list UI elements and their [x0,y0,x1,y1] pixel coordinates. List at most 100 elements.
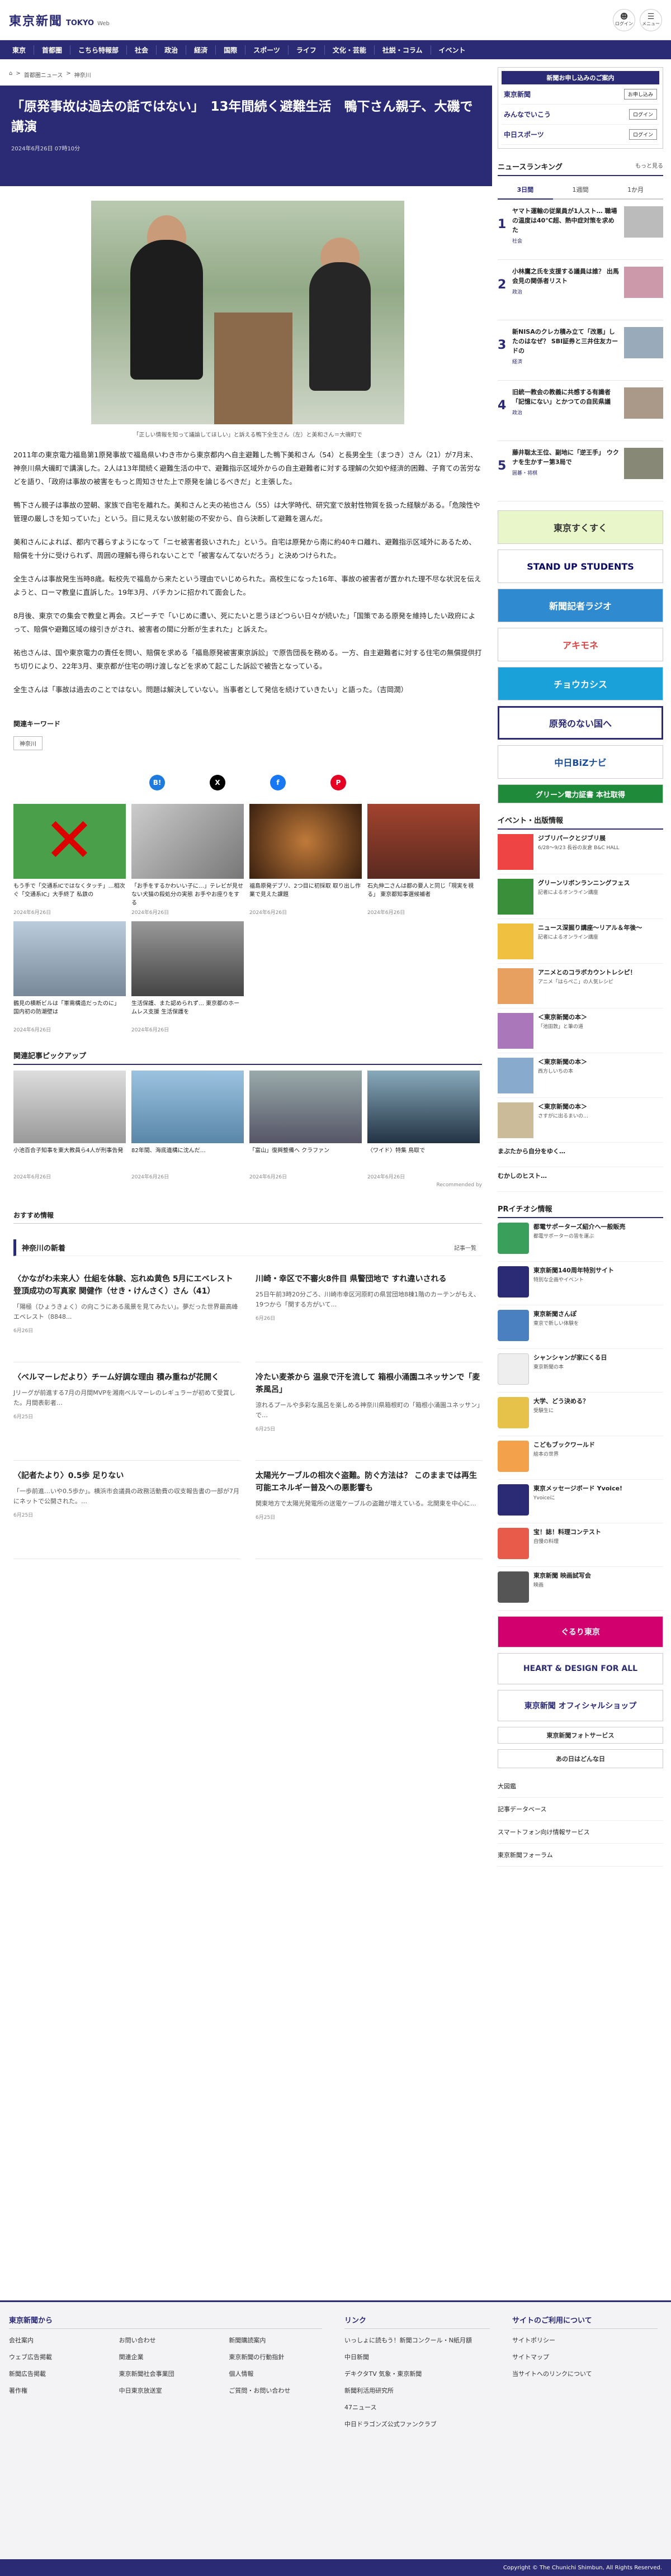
event-item[interactable]: ＜東京新聞の本＞ 西方しいちの本 [498,1053,663,1098]
banner[interactable]: HEART & DESIGN FOR ALL [498,1653,663,1684]
article-photo[interactable] [91,201,404,424]
pr-item[interactable]: シャンシャンが家にくる日 東京新聞の本 [498,1349,663,1393]
home-icon[interactable]: ⌂ [9,70,12,79]
login-button[interactable]: ログイン [629,109,657,120]
news-item[interactable]: 太陽光ケーブルの相次ぐ盗難。防ぐ方法は？ このままでは再生可能エネルギー普及への… [256,1461,482,1559]
banner[interactable]: ぐるり東京 [498,1616,663,1647]
related-card[interactable]: 石丸伸二さんは都の要人と同じ「現実を視る」 東京都知事選候補者 2024年6月26… [367,804,480,916]
ranking-item[interactable]: 5 藤井聡太王位、副地に「逆王手」 ウクナを生かすー第3局で 囲碁・将棋 [498,441,663,501]
banner[interactable]: グリーン電力証書 本社取得 [498,784,663,803]
pr-item[interactable]: 東京新聞さんぽ 東京で新しい体験を [498,1305,663,1349]
event-item[interactable]: ニュース深掘り講座〜リアル＆年後〜 記者によるオンライン講座 [498,919,663,964]
event-item[interactable]: ジブリパークとジブリ展 6/28〜9/23 長谷の友倉 B&C HALL [498,830,663,874]
related-card[interactable]: 「お手をするかわいい子に…」テレビが見せない犬猫の殺処分の実態 お手やお座りをす… [131,804,244,916]
pr-item[interactable]: 宝！誌！料理コンテスト 自慢の料理 [498,1523,663,1567]
nav-item[interactable]: 国際 [216,45,246,55]
login-button[interactable]: ☻ ログイン [613,8,635,31]
related-card[interactable]: 福島原発デブリ、2つ目に初採取 取り出し作業で見えた課題 2024年6月26日 [249,804,362,916]
hatena-share-icon[interactable]: B! [149,775,165,790]
footer-link[interactable]: 関連企業 [119,2352,212,2361]
news-item[interactable]: 川崎・幸区で不審火8件目 県警団地で すれ違いされる 25日午前3時20分ごろ、川… [256,1264,482,1362]
pr-item[interactable]: 東京新聞 映画試写会 映画 [498,1567,663,1611]
footer-link[interactable]: 新聞利活用研究所 [344,2386,490,2395]
pinterest-share-icon[interactable]: P [330,775,346,790]
event-item[interactable]: まぶたから自分をゆく… [498,1143,663,1167]
banner[interactable]: チョウカシス [498,667,663,700]
nav-item[interactable]: 経済 [186,45,216,55]
banner[interactable]: あの日はどんな日 [498,1749,663,1768]
tab-1week[interactable]: 1週間 [552,181,608,200]
footer-link[interactable]: 新聞広告掲載 [9,2369,102,2378]
footer-link[interactable]: お問い合わせ [119,2336,212,2345]
footer-link[interactable]: いっしょに読もう！新聞コンクール・N紙月額 [344,2336,490,2345]
event-item[interactable]: むかしのヒスト… [498,1167,663,1192]
side-link[interactable]: スマートフォン向け情報サービス [498,1821,663,1844]
footer-link[interactable]: 中日東京放送室 [119,2386,212,2395]
footer-link[interactable]: 当サイトへのリンクについて [512,2369,658,2378]
ranking-item[interactable]: 1 ヤマト運輸の従業員が1人スト… 職場の温度は40℃超、熱中症対策を求めた 社会 [498,200,663,260]
tab-1month[interactable]: 1か月 [608,181,664,200]
site-logo[interactable]: 東京新聞 TOKYO Web [9,11,110,29]
footer-link[interactable]: デキクタTV 気象・東京新聞 [344,2369,490,2378]
banner[interactable]: アキモネ [498,628,663,661]
footer-link[interactable]: 東京新聞の行動指針 [229,2352,322,2361]
footer-link[interactable]: 会社案内 [9,2336,102,2345]
side-link[interactable]: 記事データベース [498,1798,663,1821]
nav-item[interactable]: 文化・芸能 [325,45,375,55]
news-item[interactable]: 冷たい麦茶から 温泉で汗を流して 箱根小涌園ユネッサンで「麦茶風呂」 涼れるプール… [256,1362,482,1461]
breadcrumb-item[interactable]: 神奈川 [74,70,91,79]
more-link[interactable]: 記事一覧 [454,1243,476,1252]
pr-item[interactable]: こどもブックワールド 絵本の世界 [498,1436,663,1480]
pick-card[interactable]: 〈ワイド〉特集 鳥取で 2024年6月26日 [367,1071,480,1180]
nav-item[interactable]: 社会 [127,45,157,55]
footer-link[interactable]: サイトマップ [512,2352,658,2361]
pick-card[interactable]: 「富山」復興整備へ クラファン 2024年6月26日 [249,1071,362,1180]
related-card[interactable]: 鶴見の横断ビルは「軍需構造だったのに」 国内初の防潮壁は 2024年6月26日 [13,921,126,1033]
ranking-item[interactable]: 2 小林鷹之氏を支援する議員は誰？ 出馬会見の関係者リスト 政治 [498,260,663,320]
nav-item[interactable]: 政治 [157,45,187,55]
pick-card[interactable]: 82年間、海底遺構に沈んだ… 2024年6月26日 [131,1071,244,1180]
more-link[interactable]: もっと見る [635,161,663,172]
news-item[interactable]: 〈記者たより〉0.5歩 足りない 「一歩前進…いや0.5歩か」。横浜市会議員の政務… [13,1461,240,1559]
nav-item[interactable]: スポーツ [245,45,289,55]
footer-link[interactable]: 新聞購読案内 [229,2336,322,2345]
banner[interactable]: 東京新聞フォトサービス [498,1727,663,1744]
footer-link[interactable]: 東京新聞社会事業団 [119,2369,212,2378]
nav-item[interactable]: イベント [431,45,474,55]
pr-item[interactable]: 東京メッセージボード Yvoice! Yvoiceに [498,1480,663,1523]
banner[interactable]: 原発のない国へ [498,706,663,740]
footer-link[interactable]: 著作権 [9,2386,102,2395]
pr-item[interactable]: 東京新聞140周年特別サイト 特別な企画やイベント [498,1262,663,1305]
event-item[interactable]: ＜東京新聞の本＞ さすがに出るまいの… [498,1098,663,1143]
nav-item[interactable]: 東京 [4,45,35,55]
x-share-icon[interactable]: X [210,775,225,790]
subscribe-button[interactable]: お申し込み [623,89,657,100]
keyword-tag[interactable]: 神奈川 [13,736,42,750]
pr-item[interactable]: 都電サポーターズ紹介へ一般販売 都電サポーターの皆を運ぶ [498,1218,663,1262]
tab-3days[interactable]: 3日間 [498,181,553,200]
news-item[interactable]: 〈ベルマーレだより〉チーム好調な理由 積み重ねが花開く Jリーグが前進する7月の月… [13,1362,240,1461]
footer-link[interactable]: サイトポリシー [512,2336,658,2345]
facebook-share-icon[interactable]: f [270,775,286,790]
event-item[interactable]: グリーンリボンランニングフェス 記者によるオンライン講座 [498,874,663,919]
banner[interactable]: 新聞記者ラジオ [498,589,663,622]
related-card[interactable]: ✕ もう手で「交通系ICではなくタッチ」…相次ぐ「交通系IC」大手終了 私鉄の 20… [13,804,126,916]
menu-button[interactable]: ☰ メニュー [640,8,662,31]
news-item[interactable]: 〈かながわ未来人〉仕組を体験、忘れぬ黄色 5月にエベレスト登頂成功の写真家 関健… [13,1264,240,1362]
side-link[interactable]: 大図鑑 [498,1775,663,1798]
banner[interactable]: 中日BiZナビ [498,745,663,779]
nav-item[interactable]: ライフ [289,45,325,55]
footer-link[interactable]: 47ニュース [344,2403,490,2412]
footer-link[interactable]: ウェブ広告掲載 [9,2352,102,2361]
ranking-item[interactable]: 4 旧統一教会の教義に共感する有識者「記憶にない」とかつての自民県議 政治 [498,381,663,441]
related-card[interactable]: 生活保護、また認められず… 東京都のホームレス支援 生活保護を 2024年6月26… [131,921,244,1033]
event-item[interactable]: ＜東京新聞の本＞ 「池田敦」と筆の道 [498,1008,663,1053]
nav-item[interactable]: 社説・コラム [375,45,431,55]
footer-link[interactable]: 個人情報 [229,2369,322,2378]
footer-link[interactable]: ご質問・お問い合わせ [229,2386,322,2395]
banner[interactable]: 東京新聞 オフィシャルショップ [498,1690,663,1721]
footer-link[interactable]: 中日ドラゴンズ公式ファンクラブ [344,2419,490,2428]
nav-item[interactable]: こちら特報部 [70,45,127,55]
banner[interactable]: STAND UP STUDENTS [498,550,663,583]
ranking-item[interactable]: 3 新NISAのクレカ積み立て「改悪」したのはなぜ？ SBI証券と三井住友カードの… [498,320,663,381]
